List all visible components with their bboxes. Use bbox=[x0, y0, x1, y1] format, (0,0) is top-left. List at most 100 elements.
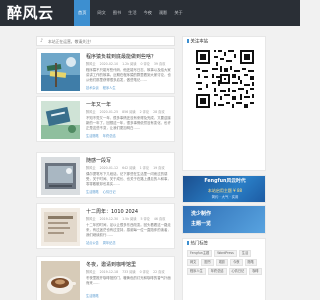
post-tag[interactable]: 生活随笔 bbox=[86, 134, 99, 138]
hot-tags-widget: 热门标签 Fengfun主题 WordPress 生活 网文 图书 观影 今夜 … bbox=[182, 238, 266, 300]
post-meta: 醉风云 2020-01-25 856 阅读 2 评论 28 喜欢 bbox=[86, 110, 168, 114]
post-views: 856 阅读 bbox=[122, 110, 136, 114]
post-tag[interactable]: 程序人生 bbox=[103, 86, 116, 90]
post-card[interactable]: 随感一段写 醉风云 2020-01-12 642 阅读 1 评论 19 喜欢 偶… bbox=[36, 152, 175, 198]
tag-link[interactable]: 程序人生 bbox=[187, 268, 206, 275]
post-excerpt: 偶尔提笔写下几段话，记下那些在生活里一闪而过的感受，关于时间、关于成长、也关于在… bbox=[86, 172, 171, 186]
follow-widget-title: 关注本站 bbox=[187, 39, 209, 46]
nav-item-tonight[interactable]: 今夜 bbox=[144, 0, 152, 26]
post-meta: 醉风云 2020-01-12 642 阅读 1 评论 19 喜欢 bbox=[86, 166, 168, 170]
post-comments[interactable]: 0 评论 bbox=[140, 62, 149, 66]
tag-link[interactable]: 年终总结 bbox=[207, 268, 227, 275]
post-likes[interactable]: 46 喜欢 bbox=[154, 217, 165, 221]
post-tag[interactable]: 生活随笔 bbox=[86, 190, 99, 194]
tag-link[interactable]: 观影 bbox=[215, 259, 229, 266]
post-comments[interactable]: 2 评论 bbox=[140, 110, 149, 114]
themes-banner-line1: 洗少制作 bbox=[191, 211, 212, 217]
theme-banner-price: 本站启用主题 ¥ 88 bbox=[207, 188, 243, 193]
post-author[interactable]: 醉风云 bbox=[86, 270, 96, 274]
post-meta: 醉风云 2020-02-10 1.2k 阅读 0 评论 39 喜欢 bbox=[86, 62, 168, 66]
nav-item-books[interactable]: 图书 bbox=[113, 0, 121, 26]
post-likes[interactable]: 22 喜欢 bbox=[153, 270, 164, 274]
post-thumbnail[interactable] bbox=[41, 101, 80, 139]
tag-link[interactable]: 心情日记 bbox=[228, 268, 248, 275]
post-tag[interactable]: 站点公告 bbox=[86, 241, 99, 245]
tag-link[interactable]: Fengfun主题 bbox=[187, 250, 213, 257]
post-card[interactable]: 冬夜，邀请到咖啡馆里 醉风云 2019-12-18 733 阅读 0 评论 22… bbox=[36, 256, 175, 300]
qr-code bbox=[194, 48, 256, 110]
tag-link[interactable]: 今夜 bbox=[230, 259, 243, 266]
post-likes[interactable]: 19 喜欢 bbox=[153, 166, 164, 170]
theme-banner-title: Fengfun风云时代 bbox=[204, 179, 246, 184]
post-date: 2019-12-18 bbox=[99, 270, 119, 274]
post-tag[interactable]: 心情日记 bbox=[103, 190, 116, 194]
post-thumbnail[interactable] bbox=[41, 157, 80, 195]
nav-item-wenzhang[interactable]: 网文 bbox=[97, 0, 105, 26]
post-thumbnail[interactable] bbox=[41, 53, 80, 91]
site-header: 醉风云 首页 网文 图书 生活 今夜 观影 关于 bbox=[0, 0, 300, 26]
theme-banner[interactable]: Fengfun风云时代 本站启用主题 ¥ 88 简约 · 大气 · 实用 bbox=[182, 175, 266, 203]
post-comments[interactable]: 0 评论 bbox=[140, 270, 149, 274]
post-tags: 生活随笔 年终总结 bbox=[86, 134, 119, 138]
site-logo[interactable]: 醉风云 bbox=[7, 4, 54, 22]
post-excerpt: 冬夜里推开咖啡馆的门，暖黄色的灯光和咖啡的香气扑面而来…… bbox=[86, 276, 171, 285]
tag-link[interactable]: 咖啡 bbox=[249, 268, 262, 275]
post-title[interactable]: 随感一段写 bbox=[86, 158, 111, 164]
post-tag[interactable]: 年终总结 bbox=[103, 134, 116, 138]
notice-text: 本站正在运营，敬请关注！ bbox=[48, 39, 94, 44]
nav-item-movies[interactable]: 观影 bbox=[159, 0, 167, 26]
post-tag[interactable]: 生活随笔 bbox=[86, 294, 99, 298]
post-excerpt: 程序猿不只能写些代码，他还能写日志、故事以及给大家讲讲工作的故事。近期在程序猿的… bbox=[86, 68, 171, 82]
post-title[interactable]: 一年又一年 bbox=[86, 102, 111, 108]
post-title[interactable]: 十二周年：1010 2024 bbox=[86, 209, 138, 215]
tag-link[interactable]: 随笔 bbox=[244, 259, 257, 266]
post-views: 1.5k 阅读 bbox=[122, 217, 137, 221]
post-views: 1.2k 阅读 bbox=[122, 62, 137, 66]
post-views: 642 阅读 bbox=[122, 166, 136, 170]
post-tag[interactable]: 技术杂谈 bbox=[86, 86, 99, 90]
post-meta: 醉风云 2019-12-18 733 阅读 0 评论 22 喜欢 bbox=[86, 270, 168, 274]
themes-banner[interactable]: 洗少制作 主题一览 bbox=[182, 205, 266, 234]
post-likes[interactable]: 28 喜欢 bbox=[153, 110, 164, 114]
nav-item-home[interactable]: 首页 bbox=[74, 0, 91, 26]
post-comments[interactable]: 1 评论 bbox=[140, 166, 149, 170]
post-author[interactable]: 醉风云 bbox=[86, 166, 96, 170]
post-views: 733 阅读 bbox=[122, 270, 136, 274]
post-meta: 醉风云 2019-12-30 1.5k 阅读 5 评论 46 喜欢 bbox=[86, 217, 168, 221]
post-date: 2019-12-30 bbox=[99, 217, 119, 221]
post-card[interactable]: 程序猿负载到底最能做到些啥？ 醉风云 2020-02-10 1.2k 阅读 0 … bbox=[36, 48, 175, 94]
main-nav: 首页 网文 图书 生活 今夜 观影 关于 bbox=[74, 0, 190, 26]
speaker-icon: ♪ bbox=[40, 38, 44, 44]
post-author[interactable]: 醉风云 bbox=[86, 62, 96, 66]
post-title[interactable]: 冬夜，邀请到咖啡馆里 bbox=[86, 262, 136, 268]
nav-item-about[interactable]: 关于 bbox=[174, 0, 182, 26]
tag-cloud: Fengfun主题 WordPress 生活 网文 图书 观影 今夜 随笔 程序… bbox=[187, 250, 265, 277]
post-tag[interactable]: 周年纪念 bbox=[103, 241, 116, 245]
post-date: 2020-01-25 bbox=[99, 110, 119, 114]
post-excerpt: 不知不觉又一年，很多事情还没有来得及完成，又要迎接新的一年了。回想这一年，很多事… bbox=[86, 116, 171, 130]
tag-link[interactable]: 生活 bbox=[238, 250, 252, 257]
post-comments[interactable]: 5 评论 bbox=[140, 217, 149, 221]
follow-widget: 关注本站 bbox=[182, 36, 266, 171]
notice-bar: ♪ 本站正在运营，敬请关注！ bbox=[36, 36, 175, 46]
tag-link[interactable]: 网文 bbox=[187, 259, 200, 266]
post-tags: 技术杂谈 程序人生 bbox=[86, 86, 119, 90]
post-tags: 生活随笔 心情日记 bbox=[86, 190, 119, 194]
post-card[interactable]: 一年又一年 醉风云 2020-01-25 856 阅读 2 评论 28 喜欢 不… bbox=[36, 96, 175, 142]
page: 醉风云 首页 网文 图书 生活 今夜 观影 关于 ♪ 本站正在运营，敬请关注！ bbox=[0, 0, 300, 300]
tag-link[interactable]: WordPress bbox=[214, 250, 237, 257]
post-author[interactable]: 醉风云 bbox=[86, 217, 96, 221]
post-thumbnail[interactable] bbox=[41, 261, 80, 300]
post-likes[interactable]: 39 喜欢 bbox=[154, 62, 165, 66]
theme-banner-slogan: 简约 · 大气 · 实用 bbox=[211, 195, 239, 199]
post-date: 2020-02-10 bbox=[99, 62, 119, 66]
post-tags: 站点公告 周年纪念 bbox=[86, 241, 119, 245]
hot-tags-title: 热门标签 bbox=[187, 241, 209, 248]
post-title[interactable]: 程序猿负载到底最能做到些啥？ bbox=[86, 54, 156, 60]
tag-link[interactable]: 图书 bbox=[201, 259, 214, 266]
post-thumbnail[interactable] bbox=[41, 208, 80, 246]
post-author[interactable]: 醉风云 bbox=[86, 110, 96, 114]
post-card[interactable]: 十二周年：1010 2024 醉风云 2019-12-30 1.5k 阅读 5 … bbox=[36, 203, 175, 249]
themes-banner-line2: 主题一览 bbox=[191, 221, 212, 227]
nav-item-life[interactable]: 生活 bbox=[128, 0, 136, 26]
